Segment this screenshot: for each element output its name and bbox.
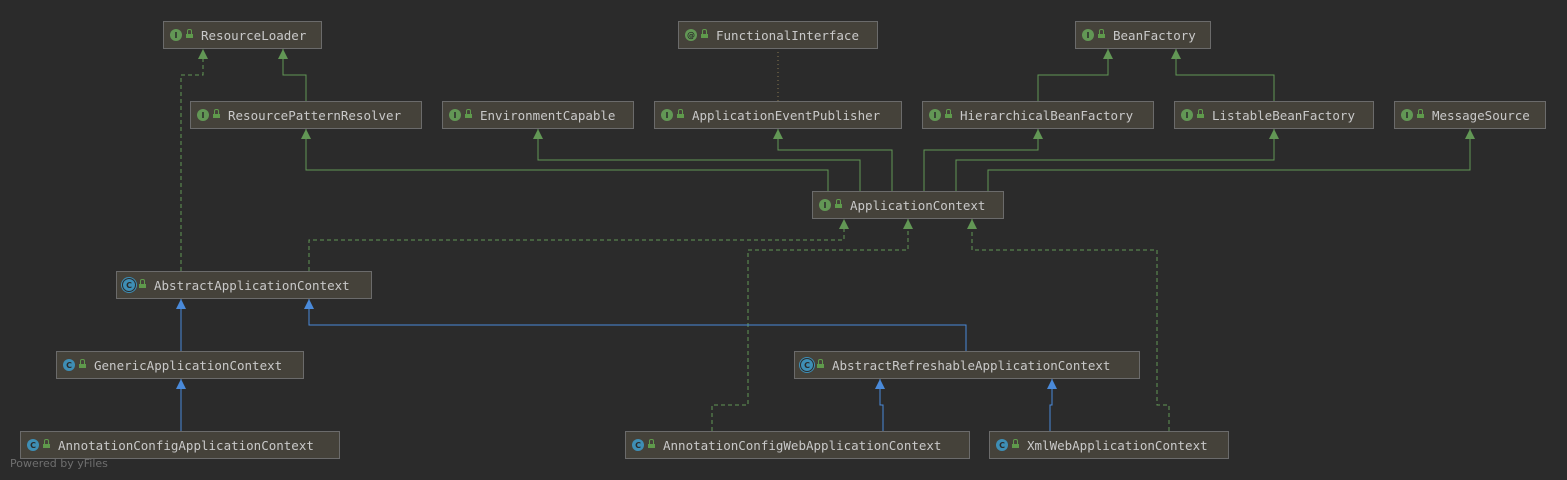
node-bean-factory[interactable]: I BeanFactory	[1075, 21, 1211, 49]
edge-generic-application-context-to-abstract-application-context	[176, 299, 186, 351]
edge-abstract-application-context-to-resource-loader	[180, 49, 208, 271]
arrowhead	[1047, 379, 1057, 389]
node-label: AnnotationConfigApplicationContext	[58, 437, 314, 453]
interface-icon: I	[170, 29, 182, 41]
edge-xml-web-application-context-to-abstract-refreshable-application-context	[1047, 379, 1057, 431]
node-label: BeanFactory	[1113, 27, 1196, 43]
node-xml-web-application-context[interactable]: C XmlWebApplicationContext	[989, 431, 1229, 459]
class-icon: C	[63, 359, 75, 371]
node-resource-loader[interactable]: I ResourceLoader	[163, 21, 322, 49]
arrowhead	[301, 129, 311, 139]
public-lock-icon	[465, 109, 472, 118]
node-environment-capable[interactable]: I EnvironmentCapable	[442, 101, 634, 129]
interface-icon: I	[1082, 29, 1094, 41]
edge-annotation-config-application-context-to-generic-application-context	[176, 379, 186, 431]
public-lock-icon	[43, 439, 50, 448]
interface-icon: I	[449, 109, 461, 121]
public-lock-icon	[1098, 29, 1105, 38]
edge-xml-web-application-context-to-application-context	[967, 219, 1170, 431]
interface-icon: I	[929, 109, 941, 121]
arrowhead	[967, 219, 977, 229]
class-icon: C	[996, 439, 1008, 451]
public-lock-icon	[817, 359, 824, 368]
public-lock-icon	[1012, 439, 1019, 448]
arrowhead	[1269, 129, 1279, 139]
node-functional-interface[interactable]: @ FunctionalInterface	[678, 21, 878, 49]
annotation-icon: @	[685, 29, 697, 41]
node-message-source[interactable]: I MessageSource	[1394, 101, 1546, 129]
node-label: ResourceLoader	[201, 27, 307, 43]
node-generic-application-context[interactable]: C GenericApplicationContext	[56, 351, 304, 379]
edge-layer	[176, 49, 1475, 431]
node-annotation-config-application-context[interactable]: C AnnotationConfigApplicationContext	[20, 431, 340, 459]
public-lock-icon	[945, 109, 952, 118]
edge-abstract-application-context-to-application-context	[308, 219, 849, 271]
node-label: ApplicationContext	[850, 197, 986, 213]
node-resource-pattern-resolver[interactable]: I ResourcePatternResolver	[190, 101, 422, 129]
arrowhead	[1171, 49, 1181, 59]
yfiles-watermark: Powered by yFiles	[10, 457, 108, 470]
node-hierarchical-bean-factory[interactable]: I HierarchicalBeanFactory	[922, 101, 1154, 129]
node-label: HierarchicalBeanFactory	[960, 107, 1134, 123]
arrowhead	[278, 49, 288, 59]
edge-application-context-to-listable-bean-factory	[955, 129, 1279, 191]
class-icon: C	[632, 439, 644, 451]
arrowhead	[533, 129, 543, 139]
node-label: EnvironmentCapable	[480, 107, 616, 123]
arrowhead	[1465, 129, 1475, 139]
edge-hierarchical-bean-factory-to-bean-factory	[1037, 49, 1113, 101]
public-lock-icon	[835, 199, 842, 208]
public-lock-icon	[1417, 109, 1424, 118]
node-application-event-publisher[interactable]: I ApplicationEventPublisher	[654, 101, 902, 129]
public-lock-icon	[701, 29, 708, 38]
node-label: XmlWebApplicationContext	[1027, 437, 1208, 453]
arrowhead	[1033, 129, 1043, 139]
public-lock-icon	[79, 359, 86, 368]
arrowhead	[198, 49, 208, 59]
arrowhead	[304, 299, 314, 309]
arrowhead	[773, 129, 783, 139]
interface-icon: I	[661, 109, 673, 121]
node-abstract-refreshable-application-context[interactable]: C AbstractRefreshableApplicationContext	[794, 351, 1140, 379]
node-label: AbstractApplicationContext	[154, 277, 350, 293]
edge-resource-pattern-resolver-to-resource-loader	[278, 49, 307, 101]
node-label: AbstractRefreshableApplicationContext	[832, 357, 1111, 373]
arrowhead	[176, 379, 186, 389]
arrowhead	[839, 219, 849, 229]
interface-icon: I	[819, 199, 831, 211]
class-icon: C	[27, 439, 39, 451]
interface-icon: I	[1181, 109, 1193, 121]
edge-application-context-to-environment-capable	[533, 129, 861, 191]
node-label: GenericApplicationContext	[94, 357, 283, 373]
node-label: AnnotationConfigWebApplicationContext	[663, 437, 942, 453]
edge-listable-bean-factory-to-bean-factory	[1171, 49, 1275, 101]
node-label: MessageSource	[1432, 107, 1530, 123]
arrowhead	[903, 219, 913, 229]
node-annotation-config-web-application-context[interactable]: C AnnotationConfigWebApplicationContext	[625, 431, 970, 459]
arrowhead	[875, 379, 885, 389]
arrowhead	[176, 299, 186, 309]
interface-icon: I	[197, 109, 209, 121]
node-label: ResourcePatternResolver	[228, 107, 402, 123]
public-lock-icon	[213, 109, 220, 118]
public-lock-icon	[186, 29, 193, 38]
public-lock-icon	[677, 109, 684, 118]
node-application-context[interactable]: I ApplicationContext	[812, 191, 1004, 219]
abstract-class-icon: C	[801, 359, 813, 371]
public-lock-icon	[139, 279, 146, 288]
arrowhead	[1103, 49, 1113, 59]
edge-abstract-refreshable-application-context-to-abstract-application-context	[304, 299, 967, 351]
uml-diagram-canvas: I ResourceLoader @ FunctionalInterface I…	[0, 0, 1567, 480]
node-listable-bean-factory[interactable]: I ListableBeanFactory	[1174, 101, 1374, 129]
public-lock-icon	[1197, 109, 1204, 118]
public-lock-icon	[648, 439, 655, 448]
node-label: ListableBeanFactory	[1212, 107, 1355, 123]
node-abstract-application-context[interactable]: C AbstractApplicationContext	[116, 271, 372, 299]
node-label: ApplicationEventPublisher	[692, 107, 881, 123]
abstract-class-icon: C	[123, 279, 135, 291]
edge-annotation-config-web-application-context-to-abstract-refreshable-application-context	[875, 379, 885, 431]
node-label: FunctionalInterface	[716, 27, 859, 43]
interface-icon: I	[1401, 109, 1413, 121]
